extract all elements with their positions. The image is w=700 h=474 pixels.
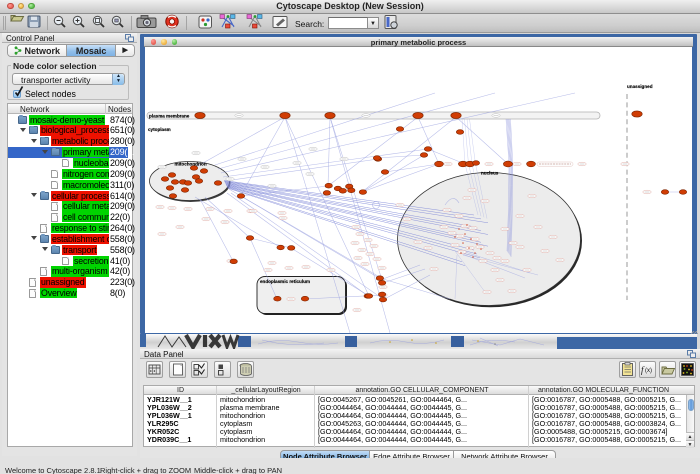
svg-text:cytoplasm: cytoplasm	[148, 127, 171, 132]
svg-text:unassigned: unassigned	[627, 84, 653, 89]
svg-text:endoplasmic reticulum: endoplasmic reticulum	[260, 279, 310, 284]
svg-text:nucleus: nucleus	[481, 171, 499, 176]
svg-text:plasma membrane: plasma membrane	[149, 114, 190, 119]
svg-text:mitochondrion: mitochondrion	[175, 162, 207, 167]
